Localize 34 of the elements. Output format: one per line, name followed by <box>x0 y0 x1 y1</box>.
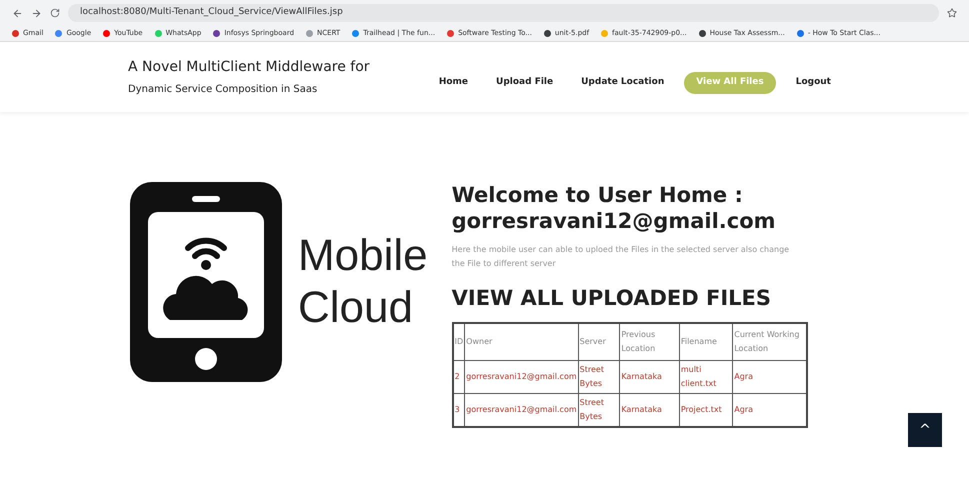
column-header: Owner <box>464 323 578 360</box>
table-cell: multi client.txt <box>679 360 733 394</box>
table-title: VIEW ALL UPLOADED FILES <box>452 284 772 312</box>
phone-cloud-icon <box>130 182 282 382</box>
column-header: Server <box>578 323 620 360</box>
forward-icon[interactable] <box>31 8 42 18</box>
nav-link[interactable]: Upload File <box>488 72 562 94</box>
column-header: ID <box>452 323 465 360</box>
site-title: A Novel MultiClient Middleware for <box>128 58 370 77</box>
column-header: Filename <box>679 323 733 360</box>
table-cell: Karnataka <box>620 360 680 394</box>
table-cell: Karnataka <box>620 394 680 427</box>
back-icon[interactable] <box>12 8 23 18</box>
star-icon[interactable] <box>947 8 957 18</box>
table-cell: 2 <box>452 360 465 394</box>
table-cell: Project.txt <box>679 394 733 427</box>
logo-text: Mobile <box>298 234 428 278</box>
nav-link[interactable]: Home <box>430 72 476 94</box>
nav-link[interactable]: Update Location <box>573 72 672 94</box>
logo-text: Cloud <box>298 286 414 330</box>
table-cell: gorresravani12@gmail.com <box>464 360 578 394</box>
site-subtitle: Dynamic Service Composition in Saas <box>128 83 318 97</box>
nav-link[interactable]: Logout <box>788 72 839 94</box>
scroll-top-button[interactable]: ^ <box>908 413 942 447</box>
table-cell: Street Bytes <box>578 360 620 394</box>
welcome-heading: Welcome to User Home : <box>452 182 744 208</box>
table-cell: 3 <box>452 394 465 427</box>
table-cell: Street Bytes <box>578 394 620 427</box>
reload-icon[interactable] <box>50 8 60 18</box>
welcome-description: Here the mobile user can able to uploed the Files in the selected server also change the File to different server <box>452 244 790 270</box>
column-header: Previous Location <box>620 323 680 360</box>
table-cell: gorresravani12@gmail.com <box>464 394 578 427</box>
welcome-email: gorresravani12@gmail.com <box>452 208 777 234</box>
address-bar[interactable]: localhost:8080/Multi-Tenant_Cloud_Service/ViewAllFiles.jsp <box>68 4 939 22</box>
